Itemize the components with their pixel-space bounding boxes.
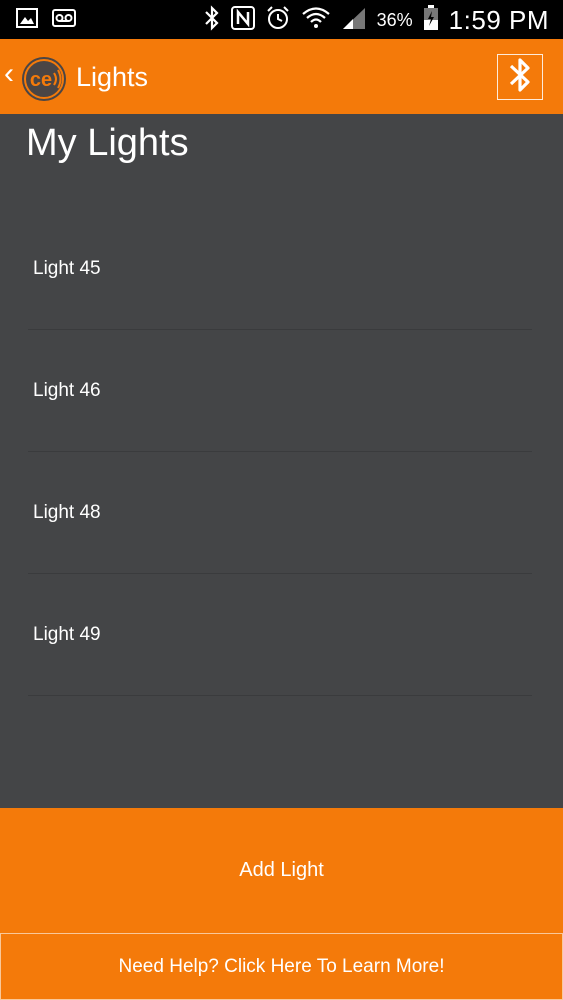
light-list-item[interactable]: Light 48 xyxy=(28,452,532,574)
voicemail-icon xyxy=(52,9,76,32)
wifi-icon xyxy=(301,5,331,36)
gallery-icon xyxy=(16,8,38,33)
bluetooth-icon xyxy=(507,56,533,99)
battery-percent: 36% xyxy=(376,9,413,30)
light-label: Light 45 xyxy=(33,258,101,279)
status-bar-left xyxy=(16,8,76,33)
app-logo-icon[interactable]: ce xyxy=(20,55,68,103)
status-time: 1:59 PM xyxy=(448,4,549,35)
battery-icon xyxy=(423,4,439,36)
light-label: Light 49 xyxy=(33,624,101,645)
help-link-button[interactable]: Need Help? Click Here To Learn More! xyxy=(0,933,563,1000)
app-logo-text: ce xyxy=(30,69,52,91)
page-title: My Lights xyxy=(26,122,189,164)
app-bar: ‹ ce Lights xyxy=(0,39,563,114)
nfc-icon xyxy=(230,5,255,35)
lights-list: Light 45 Light 46 Light 48 Light 49 xyxy=(28,208,532,696)
app-title: Lights xyxy=(76,62,149,92)
light-list-item[interactable]: Light 46 xyxy=(28,330,532,452)
status-bar: 36% 1:59 PM xyxy=(0,0,563,39)
back-chevron-icon[interactable]: ‹ xyxy=(4,59,14,89)
bluetooth-icon xyxy=(203,4,221,36)
status-bar-right: 36% 1:59 PM xyxy=(203,3,549,37)
alarm-icon xyxy=(265,5,291,36)
light-label: Light 46 xyxy=(33,380,101,401)
light-list-item[interactable]: Light 45 xyxy=(28,208,532,330)
add-light-button[interactable]: Add Light xyxy=(0,808,563,933)
light-label: Light 48 xyxy=(33,502,101,523)
light-list-item[interactable]: Light 49 xyxy=(28,574,532,696)
signal-icon xyxy=(341,6,367,35)
bluetooth-button[interactable] xyxy=(497,54,543,100)
